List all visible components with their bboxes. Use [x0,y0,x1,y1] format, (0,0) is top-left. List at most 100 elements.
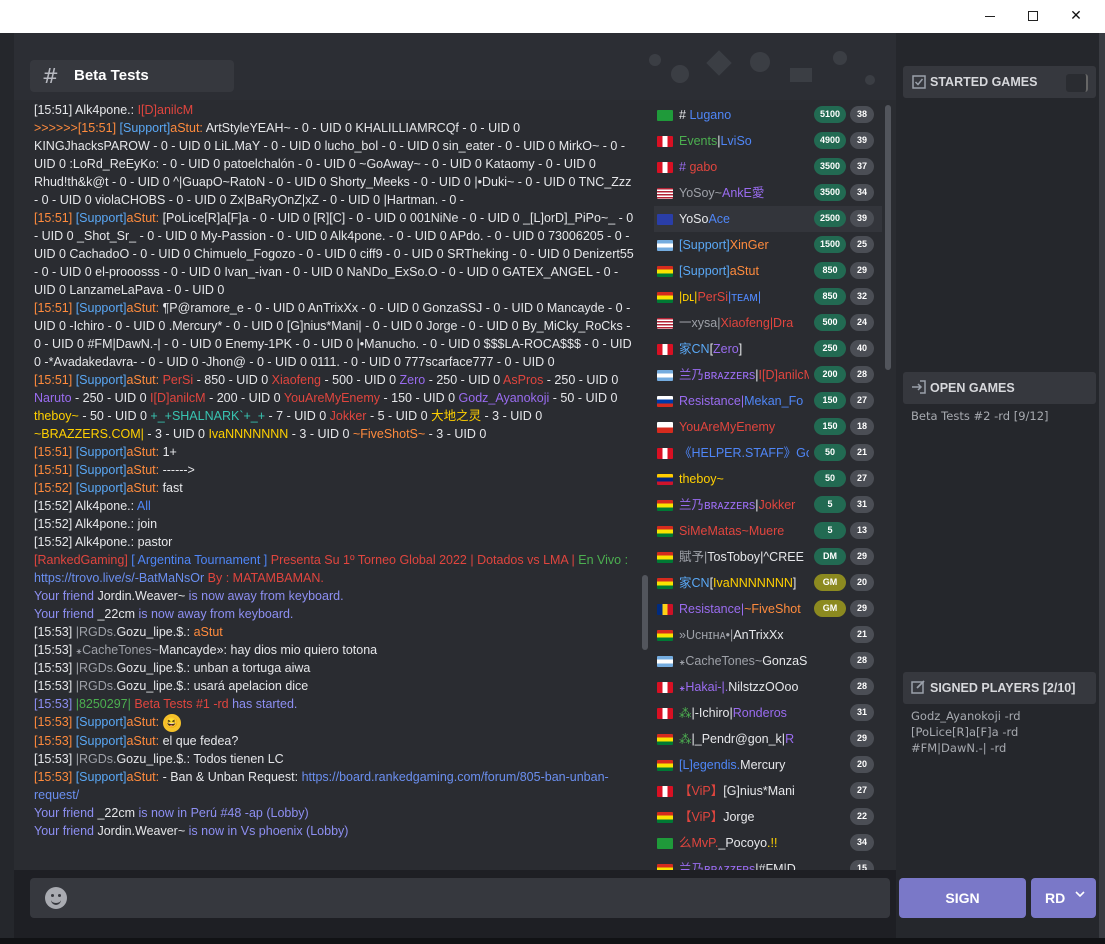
player-row[interactable]: YoSoy~AnkE愛 3500 34 [654,180,882,206]
chat-segment: - 250 - UID 0 [543,373,619,387]
flag-icon [657,864,673,870]
player-row[interactable]: |ᴅʟ|PerSi|ᴛᴇᴀᴍ| 850 32 [654,284,882,310]
open-game-item[interactable]: Beta Tests #2 -rd [9/12] [911,408,1049,424]
chat-segment: [15:53] [34,733,76,748]
chat-scrollbar[interactable] [642,105,648,865]
player-name-part: 兰乃ʙʀᴀᴢᴢᴇʀs [679,862,756,870]
minimize-icon[interactable] [967,0,1013,33]
player-row[interactable]: 兰乃ʙʀᴀᴢᴢᴇʀs|#FM|D 15 [654,856,882,870]
player-score-badge: 3500 [814,158,846,175]
player-row[interactable]: theboy~ 50 27 [654,466,882,492]
player-level-badge: 20 [850,756,874,773]
player-row[interactable]: 【ViP】[G]nius*Mani 27 [654,778,882,804]
chat-segment: - 50 - UID 0 [78,409,151,423]
player-name-part: _Pocoyo [718,836,768,850]
player-row[interactable]: ꘎CacheTones~GonzaS 28 [654,648,882,674]
chat-segment: - 200 - UID 0 [205,391,284,405]
app-window: ✕ # Beta Tests [15:51] Alk4pone.: I[D]an… [0,0,1105,944]
close-icon[interactable]: ✕ [1053,0,1099,33]
chat-segment: Your friend [34,823,98,838]
player-name: YoSoy~AnkE愛 [679,185,809,201]
mode-select[interactable]: RD [1031,878,1096,918]
player-level-badge: 25 [850,236,874,253]
player-row[interactable]: ꘎Hakai-|.NilstzzOOoo 28 [654,674,882,700]
player-level-badge: 28 [850,366,874,383]
sign-button[interactable]: SIGN [899,878,1026,918]
started-games-toggle[interactable] [1066,74,1088,92]
player-level-badge: 31 [850,704,874,721]
chat-input[interactable] [30,878,890,918]
chat-segment: is now away from keyboard. [138,607,294,621]
player-score-badge: 5 [814,496,846,513]
player-row[interactable]: 兰乃ʙʀᴀᴢᴢᴇʀs|Jokker 5 31 [654,492,882,518]
player-row[interactable]: Events|LviSo 4900 39 [654,128,882,154]
player-name: theboy~ [679,471,809,487]
player-row[interactable]: ⁂|-Ichiro|Ronderos 31 [654,700,882,726]
player-row[interactable]: 一xysa|Xiaofeng|Dra 500 24 [654,310,882,336]
player-row[interactable]: Resistance|Mekan_Fo 150 27 [654,388,882,414]
player-row[interactable]: YoSoAce 2500 39 [654,206,882,232]
player-row[interactable]: 《HELPER.STAFF》Go 5021 [654,440,882,466]
chat-message: >>>>>>[15:51] [Support]aStut: ArtStyleYE… [34,119,636,209]
player-row[interactable]: 賦予|TosToboy|^CREE DM 29 [654,544,882,570]
chat-segment: [15:51] [77,121,120,135]
player-row[interactable]: SiMeMatas~Muere 5 13 [654,518,882,544]
player-name-part: »Uᴄʜɪʜᴀ•| [679,628,734,642]
player-name-part: 么MvP. [679,836,719,850]
flag-icon [657,266,673,277]
flag-icon [657,136,673,147]
player-score-badge: 4900 [814,132,846,149]
flag-icon [657,318,673,329]
chat-message: [15:51] [Support]aStut: PerSi - 850 - UI… [34,371,636,443]
chat-message: [15:53] ꘎CacheTones~Mancayde»: hay dios … [34,641,636,659]
chat-message: [15:53] |RGDs.Gozu_lipe.$.: Todos tienen… [34,750,636,768]
flag-icon [657,422,673,433]
player-row[interactable]: # gabo 3500 37 [654,154,882,180]
chevron-down-icon[interactable] [1075,890,1085,898]
player-row[interactable]: 家CN[Zero] 250 40 [654,336,882,362]
player-row[interactable]: 【ViP】Jorge 22 [654,804,882,830]
player-row[interactable]: Resistance|~FiveShot GM 29 [654,596,882,622]
player-row[interactable]: [Support]XinGer 1500 25 [654,232,882,258]
chat-segment[interactable]: https://trovo.live/s/-BatMaNsOr [34,571,208,585]
chat-segment: Mancayde [158,643,217,657]
player-name-part: |-Ichiro| [691,706,733,720]
player-level-badge: 40 [850,340,874,357]
player-row[interactable]: 兰乃ʙʀᴀᴢᴢᴇʀs|I[D]anilcM 200 28 [654,362,882,388]
chat-message: [15:53] |RGDs.Gozu_lipe.$.: usará apelac… [34,677,636,695]
chat-segment: [15:53] [34,625,76,639]
player-row[interactable]: [Support]aStut 850 29 [654,258,882,284]
chat-message: [15:51] [Support]aStut: ------> [34,461,636,479]
player-level-badge: 27 [850,782,874,799]
player-name-part: ⁂ [679,732,692,746]
chat-segment: join [137,517,158,531]
player-row[interactable]: ⁂|_Pendr@gon_k|R 29 [654,726,882,752]
player-name-part: ꘎CacheTones~ [679,654,763,668]
player-name-part: 《HELPER.STAFF》 [679,446,797,460]
chat-segment: - 5 - UID 0 [366,409,432,423]
player-name-part: aStut [729,264,759,278]
chat-segment: - 3 - UID 0 [425,427,487,441]
chat-segment: [Support] [75,733,127,748]
player-name-part: ~FiveShot [744,602,801,616]
player-list-scrollbar[interactable] [885,105,891,370]
maximize-icon[interactable] [1010,0,1056,33]
player-row[interactable]: »Uᴄʜɪʜᴀ•|AnTrixXx 21 [654,622,882,648]
player-name-part: Resistance| [679,602,745,616]
header-decoration [649,50,875,85]
chat-segment: [Support] [75,301,127,315]
chat-segment: [15:52] [34,499,76,513]
smiley-icon[interactable] [45,887,67,909]
player-row[interactable]: 么MvP._Pocoyo.!! 34 [654,830,882,856]
chat-segment: aStut: [126,211,163,225]
player-row[interactable]: [L]egendis.Mercury 20 [654,752,882,778]
player-name: # gabo [679,159,809,175]
player-row[interactable]: YouAreMyEnemy 150 18 [654,414,882,440]
player-row[interactable]: # Lugano 5100 38 [654,102,882,128]
player-row[interactable]: 家CN[IvaNNNNNNN] GM 20 [654,570,882,596]
chat-message: [15:51] [Support]aStut: ¶P@ramore_e - 0 … [34,299,636,371]
player-name-part: 【ViP】 [679,784,724,798]
chat-scrollbar-thumb[interactable] [642,575,648,650]
player-name-part: 家CN [679,342,710,356]
chat-segment: |8250297| [75,697,135,711]
